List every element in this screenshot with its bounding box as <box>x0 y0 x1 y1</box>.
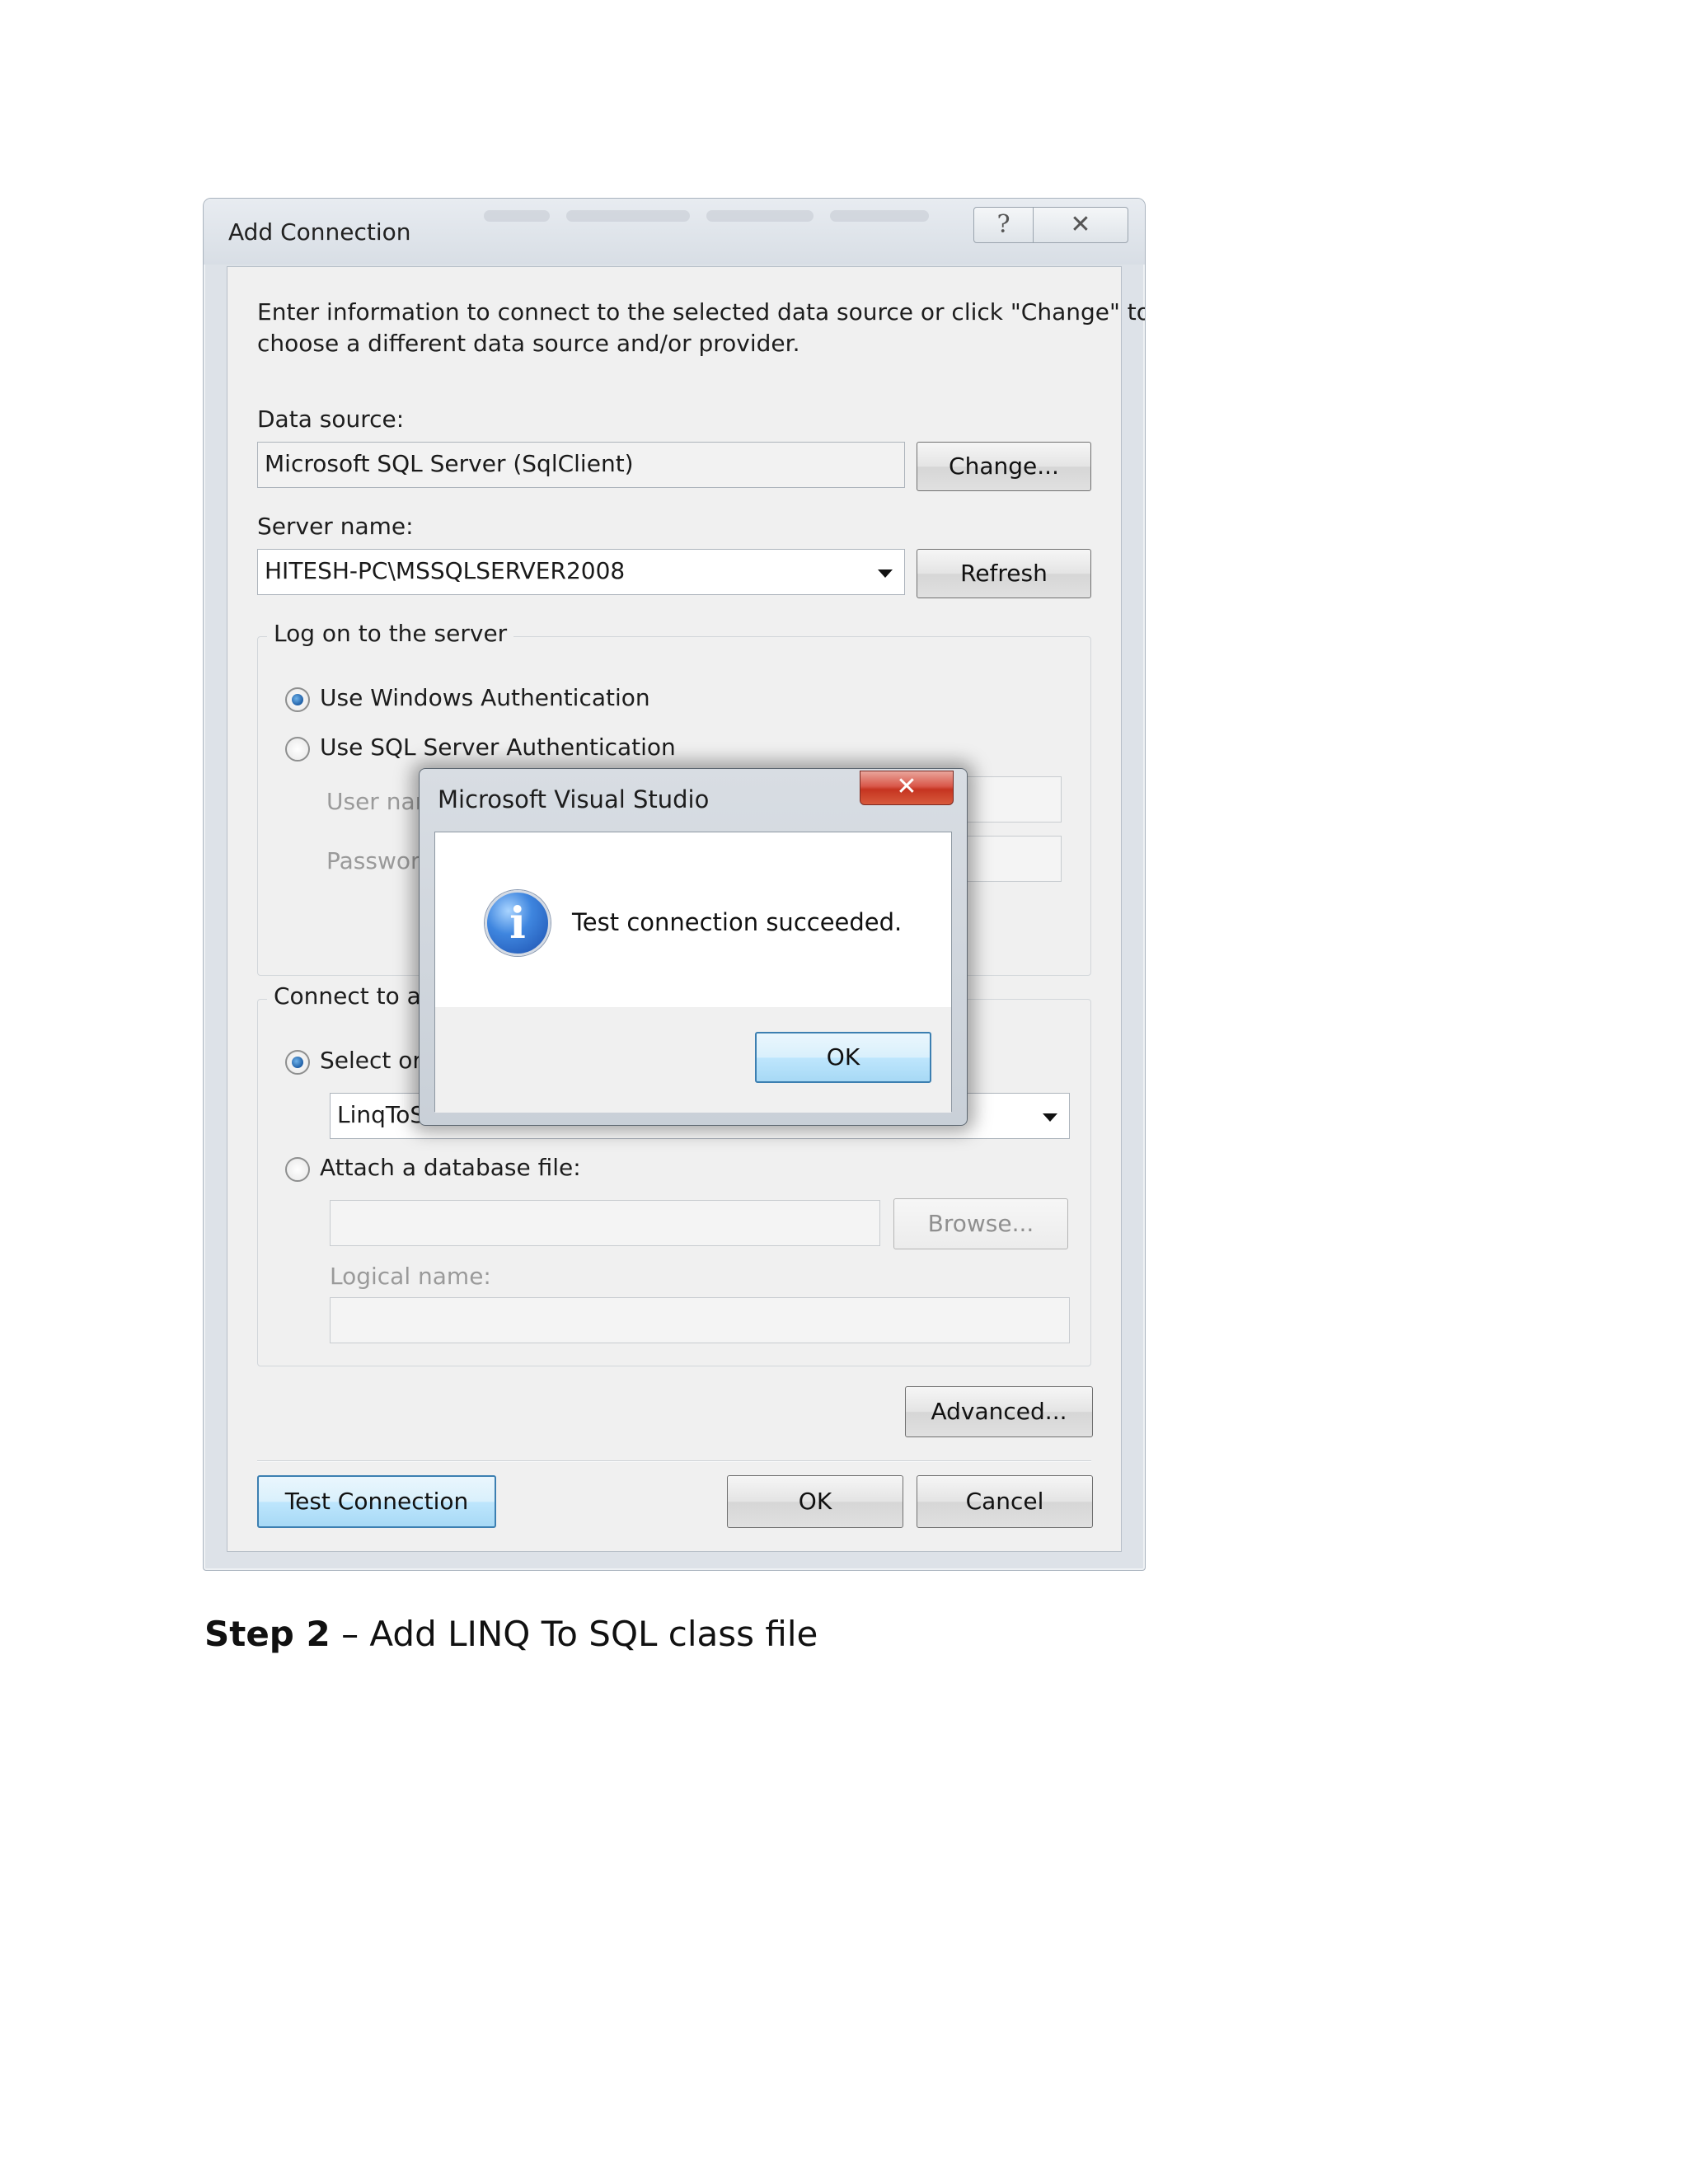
database-group-caption: Connect to a <box>267 982 428 1010</box>
change-button[interactable]: Change... <box>917 442 1091 491</box>
step-caption: Step 2 – Add LINQ To SQL class file <box>204 1614 818 1654</box>
logical-name-field[interactable] <box>330 1297 1070 1343</box>
windows-auth-radio[interactable] <box>285 687 310 712</box>
browse-button[interactable]: Browse... <box>893 1198 1068 1249</box>
step-text: – Add LINQ To SQL class file <box>330 1614 818 1654</box>
info-icon: i <box>485 890 551 956</box>
select-database-radio[interactable] <box>285 1050 310 1075</box>
attach-database-label[interactable]: Attach a database file: <box>320 1154 581 1181</box>
dropdown-arrow-icon[interactable] <box>878 569 893 578</box>
dialog-title: Add Connection <box>228 218 411 246</box>
message-ok-button[interactable]: OK <box>755 1032 931 1083</box>
database-name-value: LinqToS <box>337 1101 425 1128</box>
database-file-field[interactable] <box>330 1200 880 1246</box>
message-box: Microsoft Visual Studio ✕ i Test connect… <box>419 768 968 1126</box>
password-label: Passwor <box>326 847 420 874</box>
sql-auth-label[interactable]: Use SQL Server Authentication <box>320 733 676 761</box>
title-bar: Add Connection ? ✕ <box>204 199 1145 265</box>
background-blur <box>830 210 929 222</box>
close-icon[interactable]: ✕ <box>860 771 954 805</box>
caption-buttons: ? ✕ <box>973 207 1128 243</box>
message-box-footer: OK <box>435 1007 951 1113</box>
message-box-title: Microsoft Visual Studio <box>438 785 710 813</box>
message-text: Test connection succeeded. <box>572 908 903 936</box>
cancel-button[interactable]: Cancel <box>917 1475 1093 1528</box>
intro-text-line2: choose a different data source and/or pr… <box>257 330 800 357</box>
ok-button[interactable]: OK <box>727 1475 903 1528</box>
advanced-button[interactable]: Advanced... <box>905 1386 1093 1437</box>
intro-text-line1: Enter information to connect to the sele… <box>257 298 1146 326</box>
server-name-value: HITESH-PC\MSSQLSERVER2008 <box>265 557 626 584</box>
sql-auth-radio[interactable] <box>285 737 310 762</box>
background-blur <box>484 210 550 222</box>
logical-name-label: Logical name: <box>330 1263 491 1290</box>
message-box-client: i Test connection succeeded. OK <box>434 832 952 1113</box>
data-source-label: Data source: <box>257 405 405 433</box>
server-name-combobox[interactable]: HITESH-PC\MSSQLSERVER2008 <box>257 549 905 595</box>
logon-group-caption: Log on to the server <box>267 620 514 647</box>
attach-database-radio[interactable] <box>285 1157 310 1182</box>
separator <box>257 1460 1091 1462</box>
user-name-label: User nar <box>326 788 425 815</box>
help-icon[interactable]: ? <box>974 208 1034 242</box>
data-source-field: Microsoft SQL Server (SqlClient) <box>257 442 905 488</box>
test-connection-button[interactable]: Test Connection <box>257 1475 496 1528</box>
step-label: Step 2 <box>204 1614 331 1654</box>
server-name-label: Server name: <box>257 513 414 540</box>
refresh-button[interactable]: Refresh <box>917 549 1091 598</box>
windows-auth-label[interactable]: Use Windows Authentication <box>320 684 650 711</box>
close-icon[interactable]: ✕ <box>1034 208 1128 242</box>
select-database-label[interactable]: Select or <box>320 1047 422 1074</box>
background-blur <box>566 210 690 222</box>
dropdown-arrow-icon[interactable] <box>1043 1113 1057 1122</box>
background-blur <box>706 210 814 222</box>
